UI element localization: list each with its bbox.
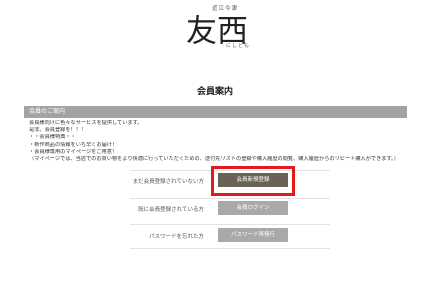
forgot-password-label: パスワードを忘れた方 xyxy=(148,234,204,240)
logo-location-text: 近江今津 xyxy=(212,6,239,12)
login-button[interactable]: 会員ログイン xyxy=(218,201,288,215)
new-member-label: まだ会員登録されていない方 xyxy=(132,179,204,185)
site-logo[interactable]: 近江今津 西友 にしとも xyxy=(178,2,252,70)
highlight-box xyxy=(211,166,295,196)
notice-body: 会員様向けに色々なサービスを提供しています。 是非、会員登録を！！！ ・・会員様… xyxy=(24,120,407,163)
password-reset-button[interactable]: パスワード再発行 xyxy=(218,228,288,242)
divider xyxy=(130,248,330,249)
notice-line: ・新作商品の情報をいち早くお届け！ xyxy=(29,141,118,148)
page-title: 会員案内 xyxy=(196,87,233,97)
divider xyxy=(130,198,330,199)
notice-line: ・・会員様特典・・ xyxy=(29,134,76,141)
notice-line: 是非、会員登録を！！！ xyxy=(29,127,87,134)
notice-line: ・会員様専用のマイページをご用意！ xyxy=(29,148,118,155)
logo-reading-text: にしとも xyxy=(226,43,251,49)
notice-line: 会員様向けに色々なサービスを提供しています。 xyxy=(29,120,143,126)
notice-line: （マイページでは、当店でのお買い物をより快適に行っていただくための、送付先リスト… xyxy=(29,156,399,163)
notice-header: 会員のご案内 xyxy=(24,106,407,118)
divider xyxy=(130,224,330,225)
existing-member-label: 既に会員登録されている方 xyxy=(138,207,204,213)
